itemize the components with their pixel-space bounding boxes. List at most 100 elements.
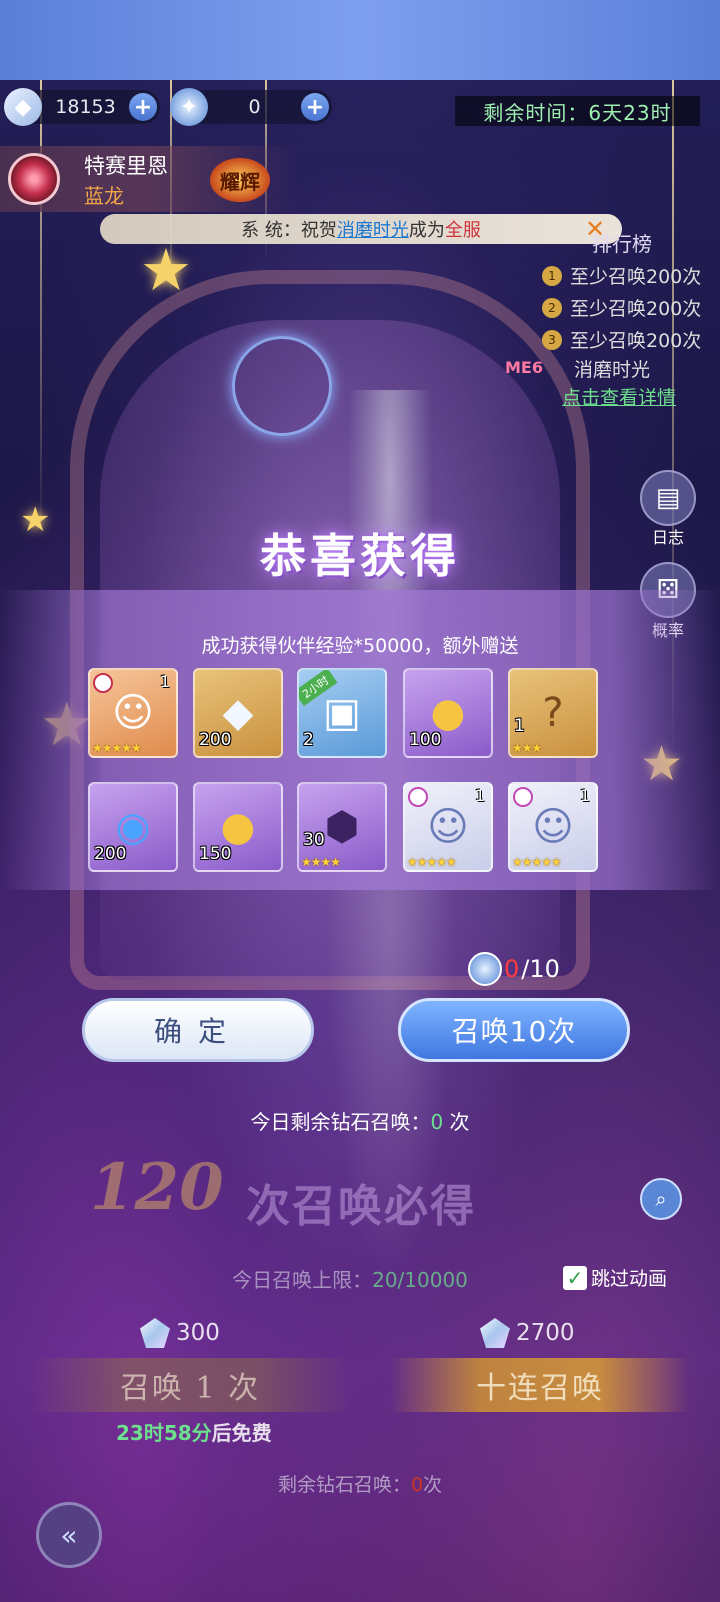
ticket-bar: ✦ 0 + xyxy=(170,88,332,126)
item-count: 2 xyxy=(303,730,314,750)
rank-item: 1 至少召唤200次 xyxy=(542,262,701,289)
item-stars: ★★★★★ xyxy=(407,855,457,869)
free-countdown-suffix: 后免费 xyxy=(211,1421,272,1445)
system-player-link[interactable]: 消磨时光 xyxy=(337,216,409,242)
ticket-counter: 0/10 xyxy=(468,952,560,986)
search-icon[interactable]: ⌕ xyxy=(640,1178,682,1220)
system-message: 系 统：祝贺 消磨时光 成为 全服 xyxy=(100,214,622,244)
banner-logo-icon xyxy=(8,153,60,205)
reward-item[interactable]: ⬢ 30 ★★★★ xyxy=(297,782,387,872)
honor-badge: 耀辉 xyxy=(210,158,270,202)
reward-item[interactable]: ● 100 xyxy=(403,668,493,758)
rank-number: 3 xyxy=(542,329,562,350)
reward-subtitle: 成功获得伙伴经验*50000，额外赠送 xyxy=(201,635,519,657)
banner-subtitle: 蓝龙 xyxy=(84,184,124,208)
reward-item[interactable]: ☺ 1 ★★★★★ xyxy=(508,782,598,872)
diamond-icon: ◆ xyxy=(4,88,42,126)
summon-one-button[interactable]: 召唤 1 次 xyxy=(30,1358,350,1412)
checkbox-icon: ✓ xyxy=(563,1265,587,1290)
item-count: 200 xyxy=(199,730,232,750)
element-icon xyxy=(513,787,533,807)
diamond-icon xyxy=(480,1318,510,1348)
rank-item: 2 至少召唤200次 xyxy=(542,294,701,321)
rank-item: 3 至少召唤200次 xyxy=(542,326,701,353)
daily-remaining: 今日剩余钻石召唤：0 次 xyxy=(0,1106,720,1135)
my-rank-name: 消磨时光 xyxy=(574,359,651,381)
log-button[interactable]: ▤ xyxy=(640,470,696,526)
remaining-diamond-value: 0 xyxy=(410,1474,424,1496)
summon-limit-value: 20/10000 xyxy=(372,1268,468,1292)
item-stars: ★★★ xyxy=(512,741,542,755)
free-countdown: 23时58分后免费 xyxy=(116,1417,272,1446)
item-stars: ★★★★★ xyxy=(512,855,562,869)
diamond-icon xyxy=(140,1318,170,1348)
item-count: 150 xyxy=(199,844,232,864)
system-highlight: 全服 xyxy=(444,220,481,241)
element-icon xyxy=(93,673,113,693)
add-ticket-button[interactable]: + xyxy=(301,93,329,121)
summon-ticket-icon xyxy=(468,952,502,986)
add-diamond-button[interactable]: + xyxy=(129,93,157,121)
reward-item[interactable]: ? 1 ★★★ xyxy=(508,668,598,758)
item-level: 1 xyxy=(159,672,170,691)
reward-item[interactable]: ◉ 200 xyxy=(88,782,178,872)
summon-ten-button[interactable]: 十连召唤 xyxy=(390,1358,690,1412)
cost-ten-value: 2700 xyxy=(516,1320,575,1346)
free-countdown-time: 23时58分 xyxy=(116,1421,212,1445)
congrats-title: 恭喜获得 xyxy=(260,529,460,583)
guarantee-number: 120 xyxy=(90,1150,224,1225)
remaining-diamond-summons: 剩余钻石召唤：0次 xyxy=(0,1470,720,1497)
cost-ten: 2700 xyxy=(480,1318,575,1348)
reward-item[interactable]: ● 150 xyxy=(193,782,283,872)
daily-remaining-value: 0 xyxy=(430,1110,444,1134)
summon-ticket-icon: ✦ xyxy=(170,88,208,126)
system-middle: 成为 xyxy=(408,220,445,241)
item-level: 1 xyxy=(579,786,590,805)
reward-item[interactable]: ☺ 1 ★★★★★ xyxy=(403,782,493,872)
log-icon: ▤ xyxy=(655,483,681,513)
daily-remaining-unit: 次 xyxy=(443,1110,470,1134)
rank-number: 1 xyxy=(542,265,562,286)
element-icon xyxy=(408,787,428,807)
ticket-count: 0 xyxy=(248,96,261,118)
remaining-diamond-label: 剩余钻石召唤： xyxy=(277,1474,411,1496)
rank-text: 至少召唤200次 xyxy=(570,266,702,288)
banner-title: 特赛里恩 xyxy=(84,154,168,178)
system-prefix: 系 统：祝贺 xyxy=(241,220,337,241)
item-count: 200 xyxy=(94,844,127,864)
diamond-bar: ◆ 18153 + xyxy=(4,88,160,126)
ticket-total: /10 xyxy=(521,955,560,983)
skip-animation-toggle[interactable]: ✓ 跳过动画 xyxy=(563,1264,667,1291)
item-count: 30 xyxy=(303,830,325,850)
rank-number: 2 xyxy=(542,297,562,318)
remaining-time: 剩余时间：6天23时 xyxy=(455,96,700,126)
reward-item[interactable]: ◆ 200 xyxy=(193,668,283,758)
summon-10-button[interactable]: 召唤10次 xyxy=(398,998,630,1062)
item-stars: ★★★★★ xyxy=(92,741,142,755)
top-band xyxy=(0,0,720,80)
rank-text: 至少召唤200次 xyxy=(570,330,702,352)
ranking-detail-link[interactable]: 点击查看详情 xyxy=(562,383,676,410)
sparkle-ring xyxy=(232,336,332,436)
diamond-count: 18153 xyxy=(55,96,116,118)
back-button[interactable]: « xyxy=(36,1502,102,1568)
reward-item[interactable]: ☺ 1 ★★★★★ xyxy=(88,668,178,758)
summon-limit-label: 今日召唤上限： xyxy=(232,1268,373,1292)
cost-one-value: 300 xyxy=(176,1320,220,1346)
item-stars: ★★★★ xyxy=(301,855,341,869)
daily-remaining-label: 今日剩余钻石召唤： xyxy=(250,1110,431,1134)
confirm-button[interactable]: 确定 xyxy=(82,998,314,1062)
my-rank-label: ME6 xyxy=(505,358,543,377)
item-count: 1 xyxy=(514,716,525,736)
guarantee-text: 次召唤必得 xyxy=(246,1181,476,1232)
cost-one: 300 xyxy=(140,1318,220,1348)
back-arrow-icon: « xyxy=(60,1518,78,1552)
item-count: 100 xyxy=(409,730,442,750)
skip-animation-label: 跳过动画 xyxy=(591,1268,668,1290)
ticket-current: 0 xyxy=(504,955,520,983)
remaining-diamond-unit: 次 xyxy=(423,1474,443,1496)
reward-item[interactable]: ▣ 2小时 2 xyxy=(297,668,387,758)
item-level: 1 xyxy=(474,786,485,805)
rank-text: 至少召唤200次 xyxy=(570,298,702,320)
ranking-title[interactable]: 排行榜 xyxy=(592,228,652,257)
